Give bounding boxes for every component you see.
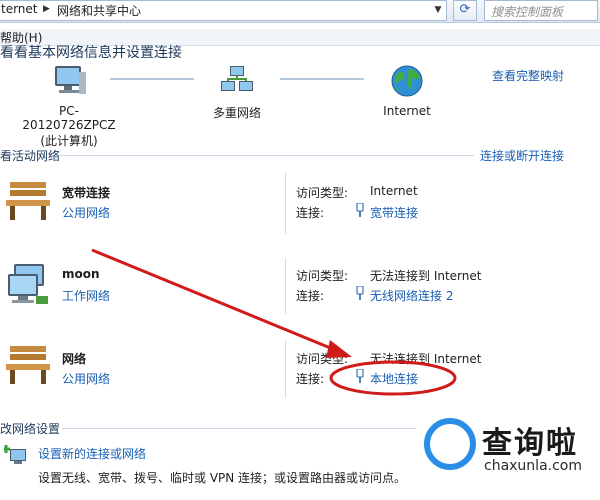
network-name: 网络 xyxy=(62,352,87,366)
watermark-logo-icon xyxy=(424,418,476,470)
multiple-networks-icon xyxy=(221,66,253,91)
access-type-label: 访问类型: xyxy=(296,269,349,283)
search-input[interactable]: 搜索控制面板 xyxy=(484,0,598,21)
address-field[interactable]: ternet ▶ 网络和共享中心 ▼ xyxy=(0,0,447,21)
column-divider xyxy=(285,258,286,314)
watermark-brand: 查询啦 xyxy=(482,426,578,461)
breadcrumb-internet[interactable]: ternet xyxy=(1,2,38,16)
setup-new-connection-description: 设置无线、宽带、拨号、临时或 VPN 连接；或设置路由器或访问点。 xyxy=(38,471,407,485)
watermark-domain: chaxunla.com xyxy=(484,458,582,474)
node-internet-label: Internet xyxy=(383,104,431,118)
access-type-label: 访问类型: xyxy=(296,186,349,200)
wireless-icon xyxy=(356,286,364,300)
network-category-link[interactable]: 工作网络 xyxy=(62,287,110,304)
connection-line xyxy=(280,78,364,80)
column-divider xyxy=(285,172,286,234)
view-full-map-link[interactable]: 查看完整映射 xyxy=(492,67,564,84)
network-name: moon xyxy=(62,267,100,281)
globe-icon xyxy=(391,65,423,97)
bench-icon xyxy=(6,346,50,384)
node-this-computer[interactable]: PC-20120726ZPCZ (此计算机) xyxy=(14,64,124,149)
computer-icon xyxy=(55,66,86,94)
section-divider xyxy=(60,155,474,156)
refresh-icon: ⟳ xyxy=(459,2,471,17)
connection-line xyxy=(110,78,194,80)
node-internet[interactable]: Internet xyxy=(372,64,442,118)
connection-link[interactable]: 无线网络连接 2 xyxy=(370,287,453,304)
breadcrumb-separator-icon[interactable]: ▶ xyxy=(43,4,50,14)
refresh-button[interactable]: ⟳ xyxy=(453,0,477,21)
node-multiple-networks-label: 多重网络 xyxy=(212,106,261,120)
node-multiple-networks[interactable]: 多重网络 xyxy=(200,64,274,121)
node-this-computer-label: PC-20120726ZPCZ xyxy=(22,104,116,132)
column-divider xyxy=(285,340,286,398)
connection-label: 连接: xyxy=(296,372,325,386)
network-category-link[interactable]: 公用网络 xyxy=(62,204,110,221)
plug-icon xyxy=(356,369,364,383)
access-type-value: Internet xyxy=(370,184,418,198)
address-bar: ternet ▶ 网络和共享中心 ▼ ⟳ 搜索控制面板 xyxy=(0,0,600,23)
new-connection-icon xyxy=(4,445,26,464)
connection-label: 连接: xyxy=(296,206,325,220)
setup-new-connection-link[interactable]: 设置新的连接或网络 xyxy=(38,445,146,462)
breadcrumb-network-center[interactable]: 网络和共享中心 xyxy=(57,2,141,19)
search-placeholder: 搜索控制面板 xyxy=(491,5,564,19)
connection-label: 连接: xyxy=(296,289,325,303)
bench-icon xyxy=(6,182,50,220)
local-connection-link[interactable]: 本地连接 xyxy=(370,370,418,387)
access-type-value: 无法连接到 Internet xyxy=(370,269,482,283)
change-settings-title: 改网络设置 xyxy=(0,422,61,436)
connection-link[interactable]: 宽带连接 xyxy=(370,204,418,221)
page-title: 看看基本网络信息并设置连接 xyxy=(0,45,182,61)
section-divider xyxy=(62,428,416,429)
plug-icon xyxy=(356,203,364,217)
work-network-icon xyxy=(8,264,48,304)
address-dropdown-icon[interactable]: ▼ xyxy=(431,2,445,19)
active-networks-title: 看活动网络 xyxy=(0,149,61,163)
access-type-value: 无法连接到 Internet xyxy=(370,352,482,366)
network-category-link[interactable]: 公用网络 xyxy=(62,370,110,387)
access-type-label: 访问类型: xyxy=(296,352,349,366)
connect-disconnect-link[interactable]: 连接或断开连接 xyxy=(480,147,564,164)
network-name: 宽带连接 xyxy=(62,186,111,200)
